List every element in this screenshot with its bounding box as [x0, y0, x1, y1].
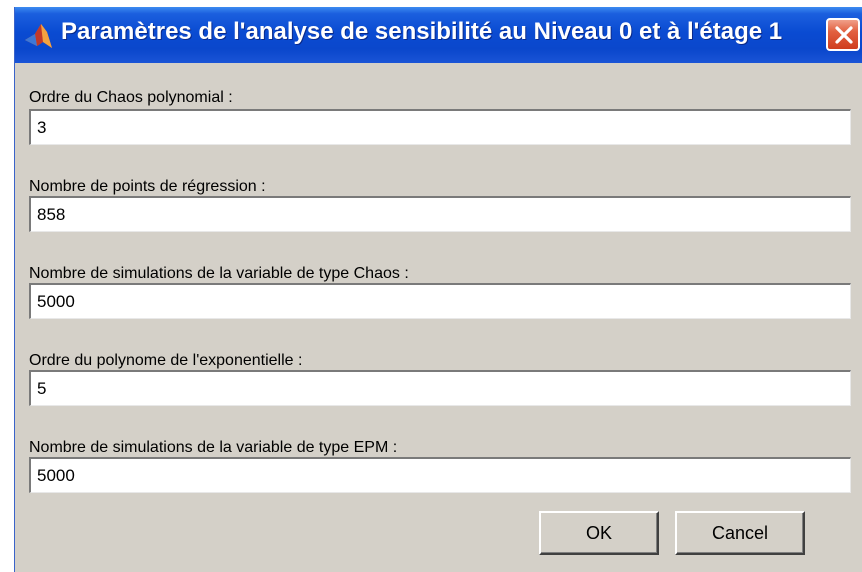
epm-simulations-input[interactable] — [29, 457, 851, 493]
field-label-epm-simulations: Nombre de simulations de la variable de … — [29, 439, 398, 456]
polynomial-order-input[interactable] — [29, 370, 851, 406]
title-bar[interactable]: Paramètres de l'analyse de sensibilité a… — [15, 7, 862, 63]
field-label-polynomial-order: Ordre du polynome de l'exponentielle : — [29, 352, 303, 369]
close-icon — [835, 26, 853, 44]
ok-button[interactable]: OK — [539, 511, 659, 555]
chaos-order-input[interactable] — [29, 109, 851, 145]
field-label-chaos-order: Ordre du Chaos polynomial : — [29, 89, 233, 106]
regression-points-input[interactable] — [29, 196, 851, 232]
field-label-regression-points: Nombre de points de régression : — [29, 178, 266, 195]
matlab-icon — [23, 22, 53, 50]
close-button[interactable] — [826, 18, 860, 51]
chaos-simulations-input[interactable] — [29, 283, 851, 319]
dialog-window: Paramètres de l'analyse de sensibilité a… — [14, 7, 862, 572]
cancel-button[interactable]: Cancel — [675, 511, 805, 555]
field-label-chaos-simulations: Nombre de simulations de la variable de … — [29, 265, 409, 282]
window-title: Paramètres de l'analyse de sensibilité a… — [61, 18, 783, 45]
